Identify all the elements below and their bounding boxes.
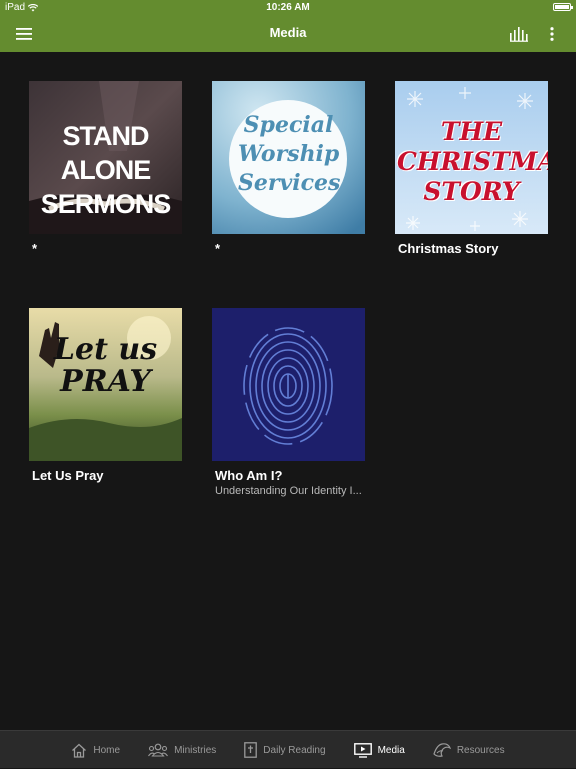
bible-icon (244, 742, 258, 758)
christmas-art-text: THE CHRISTMAS STORY (397, 117, 548, 206)
tab-media[interactable]: Media (340, 731, 419, 769)
worship-art-text: Special Worship Services (238, 112, 341, 196)
pray-art-text: Let us PRAY (53, 332, 158, 399)
thumbnail-pray: Let us PRAY (29, 308, 182, 461)
thumbnail-sermons: STAND ALONE SERMONS (29, 81, 182, 234)
media-item-worship[interactable]: Special Worship Services * (212, 81, 365, 256)
tab-home[interactable]: Home (57, 731, 134, 769)
nav-bar: Media (0, 16, 576, 52)
item-title: Christmas Story (398, 241, 499, 256)
media-item-who-am-i[interactable]: Who Am I? Understanding Our Identity I..… (212, 308, 365, 497)
item-title: Who Am I? (215, 468, 283, 483)
tab-ministries[interactable]: Ministries (134, 731, 230, 769)
resources-icon (433, 743, 451, 757)
tab-label: Media (377, 744, 405, 756)
tab-label: Daily Reading (263, 744, 326, 756)
page-title: Media (269, 25, 307, 40)
media-item-sermons[interactable]: STAND ALONE SERMONS * (29, 81, 182, 256)
thumbnail-who-am-i (212, 308, 365, 461)
home-icon (72, 743, 87, 758)
tab-bar: Home Ministries Daily Reading Media Reso… (0, 730, 576, 768)
media-item-christmas[interactable]: THE CHRISTMAS STORY Christmas Story (395, 81, 548, 256)
tab-daily-reading[interactable]: Daily Reading (230, 731, 339, 769)
media-icon (353, 742, 372, 758)
thumbnail-christmas: THE CHRISTMAS STORY (395, 81, 548, 234)
more-options-button[interactable] (540, 22, 564, 46)
tab-label: Resources (456, 744, 505, 756)
status-bar: iPad 10:26 AM (0, 0, 576, 16)
tab-resources[interactable]: Resources (419, 731, 519, 769)
audio-button[interactable] (507, 22, 531, 46)
more-vertical-icon (550, 27, 554, 41)
tab-label: Home (93, 744, 121, 756)
item-title: * (215, 241, 221, 256)
battery-icon (553, 3, 573, 11)
item-subtitle: Understanding Our Identity I... (215, 485, 362, 497)
item-title: * (32, 241, 38, 256)
thumbnail-worship: Special Worship Services (212, 81, 365, 234)
tab-label: Ministries (174, 744, 217, 756)
status-time: 10:26 AM (266, 2, 310, 13)
media-item-pray[interactable]: Let us PRAY Let Us Pray (29, 308, 182, 483)
item-title: Let Us Pray (32, 468, 104, 483)
fingerprint-icon (212, 308, 365, 461)
sermons-art-text: STAND ALONE SERMONS (40, 121, 172, 219)
equalizer-icon (510, 26, 528, 42)
people-icon (148, 743, 169, 757)
